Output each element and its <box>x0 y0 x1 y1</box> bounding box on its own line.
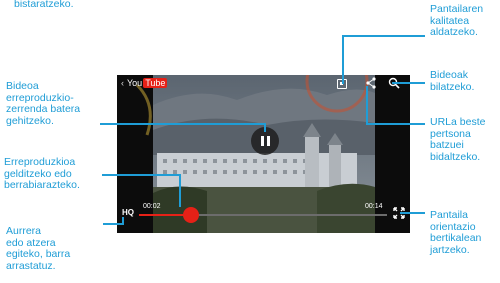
label-playlist: Bideoa erreproduzkio- zerrenda batera ge… <box>6 80 81 127</box>
player-top-bar: ‹ You Tube <box>117 75 410 93</box>
share-icon[interactable] <box>365 76 377 90</box>
pause-button[interactable] <box>251 127 279 155</box>
youtube-logo[interactable]: You Tube <box>127 78 168 88</box>
label-pause: Erreproduzkioa gelditzeko edo berrabiara… <box>4 156 80 191</box>
search-icon[interactable] <box>387 76 401 90</box>
back-chevron-icon[interactable]: ‹ <box>121 78 124 88</box>
time-total: 00:14 <box>365 203 383 210</box>
pause-icon <box>260 136 264 146</box>
hq-toggle[interactable]: HQ <box>122 208 134 217</box>
label-search: Bideoak bilatzeko. <box>430 69 475 93</box>
top-caption: bistaratzeko. <box>14 0 74 10</box>
seek-thumb[interactable] <box>183 207 200 223</box>
video-player[interactable]: ‹ You Tube 00:02 00:14 HQ <box>117 75 410 233</box>
label-share: URLa beste pertsona batzuei bidaltzeko. <box>430 116 486 163</box>
seek-bar[interactable] <box>139 214 387 216</box>
time-elapsed: 00:02 <box>143 203 161 210</box>
label-quality: Pantailaren kalitatea aldatzeko. <box>430 3 484 38</box>
label-rotate: Pantaila orientazio bertikalean jartzeko… <box>430 209 482 256</box>
quality-icon[interactable] <box>337 79 347 89</box>
rotate-screen-icon[interactable] <box>393 207 405 219</box>
label-seek: Aurrera edo atzera egiteko, barra arrast… <box>6 225 71 272</box>
